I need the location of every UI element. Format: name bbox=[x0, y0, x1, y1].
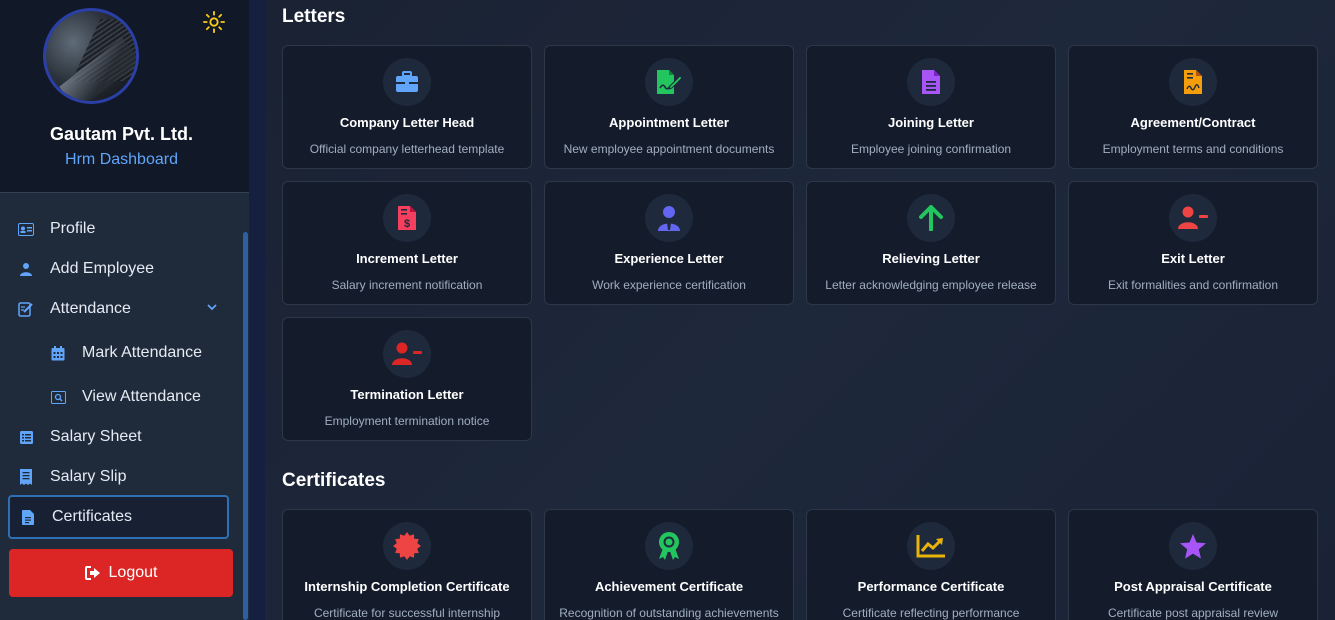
certificates-section-title: Certificates bbox=[282, 470, 386, 491]
logout-label: Logout bbox=[108, 564, 158, 581]
user-icon bbox=[17, 260, 35, 278]
file-dollar-icon: $ bbox=[383, 194, 431, 242]
card-desc: New employee appointment documents bbox=[563, 142, 775, 156]
card-experience-letter[interactable]: Experience Letter Work experience certif… bbox=[544, 181, 794, 305]
sidebar-item-profile[interactable]: Profile bbox=[8, 209, 229, 249]
receipt-icon bbox=[17, 468, 35, 486]
card-title: Experience Letter bbox=[614, 251, 724, 266]
id-card-icon bbox=[17, 220, 35, 238]
card-performance-certificate[interactable]: Performance Certificate Certificate refl… bbox=[806, 509, 1056, 620]
card-title: Increment Letter bbox=[356, 251, 458, 266]
signature-icon bbox=[645, 58, 693, 106]
card-desc: Certificate reflecting performance bbox=[842, 606, 1020, 620]
card-desc: Certificate for successful internship bbox=[313, 606, 501, 620]
sidebar-item-certificates[interactable]: Certificates bbox=[8, 495, 229, 539]
sun-icon[interactable] bbox=[203, 11, 225, 33]
company-name: Gautam Pvt. Ltd. bbox=[49, 124, 193, 144]
sidebar-item-label: Salary Slip bbox=[50, 468, 127, 485]
user-tie-icon bbox=[645, 194, 693, 242]
arrow-up-icon bbox=[907, 194, 955, 242]
card-achievement-certificate[interactable]: Achievement Certificate Recognition of o… bbox=[544, 509, 794, 620]
card-title: Joining Letter bbox=[888, 115, 974, 130]
card-relieving-letter[interactable]: Relieving Letter Letter acknowledging em… bbox=[806, 181, 1056, 305]
sidebar-item-label: View Attendance bbox=[82, 388, 201, 405]
card-title: Termination Letter bbox=[350, 387, 464, 402]
card-exit-letter[interactable]: Exit Letter Exit formalities and confirm… bbox=[1068, 181, 1318, 305]
company-avatar bbox=[43, 8, 139, 104]
sidebar-item-mark-attendance[interactable]: Mark Attendance bbox=[8, 333, 229, 373]
sidebar-item-salary-slip[interactable]: Salary Slip bbox=[8, 457, 229, 497]
contract-icon bbox=[1169, 58, 1217, 106]
sidebar-item-label: Salary Sheet bbox=[50, 428, 142, 445]
certificate-icon bbox=[383, 522, 431, 570]
card-appointment-letter[interactable]: Appointment Letter New employee appointm… bbox=[544, 45, 794, 169]
list-icon bbox=[17, 428, 35, 446]
sidebar: Gautam Pvt. Ltd. Hrm Dashboard Profile A… bbox=[0, 0, 249, 620]
card-agreement-contract[interactable]: Agreement/Contract Employment terms and … bbox=[1068, 45, 1318, 169]
card-title: Company Letter Head bbox=[339, 115, 475, 130]
calendar-icon bbox=[49, 344, 67, 362]
chart-line-icon bbox=[907, 522, 955, 570]
sidebar-item-view-attendance[interactable]: View Attendance bbox=[8, 377, 229, 417]
main-content: Letters Company Letter Head Official com… bbox=[249, 0, 1335, 620]
star-icon bbox=[1169, 522, 1217, 570]
letters-section-title: Letters bbox=[282, 6, 346, 27]
logout-button[interactable]: Logout bbox=[9, 549, 233, 597]
attendance-icon bbox=[17, 300, 35, 318]
card-desc: Employment terms and conditions bbox=[1102, 142, 1284, 156]
file-text-icon bbox=[907, 58, 955, 106]
view-search-icon bbox=[49, 388, 67, 406]
card-desc: Certificate post appraisal review bbox=[1107, 606, 1279, 620]
card-post-appraisal-certificate[interactable]: Post Appraisal Certificate Certificate p… bbox=[1068, 509, 1318, 620]
user-minus-icon bbox=[1169, 194, 1217, 242]
sidebar-item-label: Mark Attendance bbox=[82, 344, 203, 361]
card-desc: Recognition of outstanding achievements bbox=[559, 606, 779, 620]
card-title: Internship Completion Certificate bbox=[304, 579, 510, 594]
card-desc: Salary increment notification bbox=[331, 278, 483, 292]
sidebar-header: Gautam Pvt. Ltd. Hrm Dashboard bbox=[0, 0, 249, 193]
chevron-down-icon[interactable] bbox=[207, 300, 217, 314]
card-internship-completion-certificate[interactable]: Internship Completion Certificate Certif… bbox=[282, 509, 532, 620]
user-minus-icon bbox=[383, 330, 431, 378]
sign-out-icon bbox=[84, 566, 101, 580]
card-title: Exit Letter bbox=[1161, 251, 1225, 266]
card-desc: Exit formalities and confirmation bbox=[1107, 278, 1279, 292]
award-icon bbox=[645, 522, 693, 570]
card-desc: Official company letterhead template bbox=[309, 142, 505, 156]
briefcase-icon bbox=[383, 58, 431, 106]
card-desc: Employee joining confirmation bbox=[850, 142, 1012, 156]
sidebar-item-salary-sheet[interactable]: Salary Sheet bbox=[8, 417, 229, 457]
card-desc: Letter acknowledging employee release bbox=[825, 278, 1037, 292]
document-icon bbox=[19, 508, 37, 526]
card-increment-letter[interactable]: $ Increment Letter Salary increment noti… bbox=[282, 181, 532, 305]
card-desc: Work experience certification bbox=[592, 278, 746, 292]
card-title: Relieving Letter bbox=[882, 251, 980, 266]
sidebar-item-label: Profile bbox=[50, 220, 96, 237]
card-desc: Employment termination notice bbox=[324, 414, 490, 428]
sidebar-item-label: Add Employee bbox=[50, 260, 155, 277]
card-title: Achievement Certificate bbox=[594, 579, 744, 594]
dashboard-subtitle: Hrm Dashboard bbox=[65, 151, 178, 168]
card-company-letter-head[interactable]: Company Letter Head Official company let… bbox=[282, 45, 532, 169]
sun-icon-svg bbox=[203, 11, 225, 33]
card-title: Post Appraisal Certificate bbox=[1114, 579, 1272, 594]
card-title: Performance Certificate bbox=[857, 579, 1005, 594]
sidebar-item-add-employee[interactable]: Add Employee bbox=[8, 249, 229, 289]
card-title: Appointment Letter bbox=[609, 115, 729, 130]
sidebar-item-attendance[interactable]: Attendance bbox=[8, 289, 229, 329]
card-termination-letter[interactable]: Termination Letter Employment terminatio… bbox=[282, 317, 532, 441]
sidebar-scrollbar[interactable] bbox=[243, 232, 248, 620]
card-title: Agreement/Contract bbox=[1130, 115, 1256, 130]
sidebar-item-label: Attendance bbox=[50, 300, 131, 317]
card-joining-letter[interactable]: Joining Letter Employee joining confirma… bbox=[806, 45, 1056, 169]
svg-text:$: $ bbox=[404, 218, 410, 230]
sidebar-item-label: Certificates bbox=[52, 508, 133, 525]
